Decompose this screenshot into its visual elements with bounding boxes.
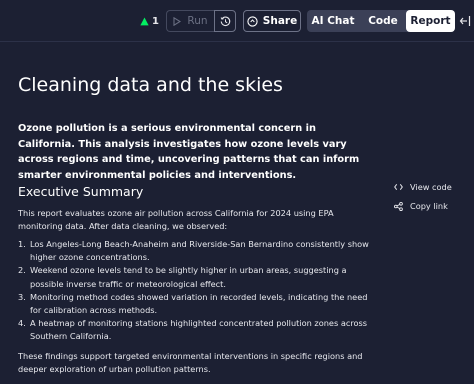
list-item-text: Monitoring method codes showed variation… (30, 291, 368, 316)
list-item-text: Weekend ozone levels tend to be slightly… (30, 265, 347, 289)
copy-link-button[interactable]: Copy link (394, 201, 448, 211)
view-code-button[interactable]: View code (394, 182, 452, 192)
list-number: 4. (18, 318, 26, 329)
history-icon (220, 16, 230, 26)
tab-ai-chat[interactable]: AI Chat (307, 10, 359, 32)
conclusion-text: These findings support targeted environm… (18, 351, 363, 375)
copy-link-label: Copy link (410, 201, 448, 211)
list-item-text: A heatmap of monitoring stations highlig… (30, 318, 368, 342)
findings-list: 1. Los Angeles-Long Beach-Anaheim and Riv… (18, 238, 374, 344)
list-number: 1. (18, 239, 26, 249)
list-item-text: Los Angeles-Long Beach-Anaheim and River… (30, 239, 369, 263)
tab-code[interactable]: Code (359, 10, 407, 32)
report-intro: Ozone pollution is a serious environment… (18, 123, 360, 181)
list-item: 4. A heatmap of monitoring stations highl… (18, 317, 374, 343)
run-history-button[interactable] (214, 10, 236, 32)
share-label: Share (262, 15, 298, 27)
panel-collapse-icon (459, 16, 471, 26)
share-icon (247, 15, 258, 27)
report-title: Cleaning data and the skies (18, 74, 283, 96)
run-label: Run (187, 15, 208, 27)
summary-intro: This report evaluates ozone air pollutio… (18, 208, 334, 232)
view-switcher: AI Chat Code Report (307, 10, 455, 32)
list-item: 3. Monitoring method codes showed variati… (18, 291, 374, 317)
run-button[interactable]: Run (166, 10, 214, 32)
warnings-indicator[interactable]: 1 (140, 12, 159, 30)
warning-count: 1 (152, 15, 159, 27)
code-icon (394, 184, 403, 190)
list-number: 3. (18, 291, 26, 302)
list-number: 2. (18, 265, 26, 276)
section-title: Executive Summary (18, 184, 144, 199)
share-button[interactable]: Share (243, 10, 301, 32)
collapse-panel-button[interactable] (458, 14, 472, 28)
warning-triangle-icon (140, 16, 149, 25)
link-icon (394, 201, 403, 211)
list-item: 1. Los Angeles-Long Beach-Anaheim and Riv… (18, 238, 374, 264)
tab-report[interactable]: Report (406, 10, 455, 32)
play-icon (173, 16, 182, 26)
toolbar: 1 Run Share AI Chat Code Report (0, 0, 474, 42)
list-item: 2. Weekend ozone levels tend to be slight… (18, 264, 374, 290)
view-code-label: View code (410, 182, 452, 192)
